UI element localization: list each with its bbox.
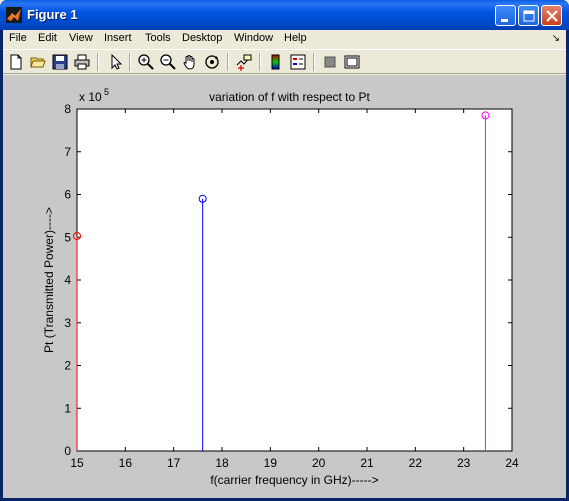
y-tick-label: 6 — [64, 188, 71, 202]
x-tick-label: 21 — [360, 456, 374, 470]
menu-file[interactable]: File — [9, 32, 27, 44]
pointer-icon[interactable] — [107, 53, 125, 71]
y-exponent-power: 5 — [104, 87, 109, 97]
colorbar-icon[interactable] — [267, 53, 285, 71]
x-tick-label: 15 — [70, 456, 84, 470]
menu-insert[interactable]: Insert — [104, 32, 132, 44]
x-tick-label: 23 — [457, 456, 471, 470]
toolbar-separator — [227, 53, 229, 71]
open-file-icon[interactable] — [29, 53, 47, 71]
minimize-icon — [501, 19, 508, 22]
y-tick-label: 7 — [64, 145, 71, 159]
figure-window: Figure 1 File Edit View Insert Tools Des… — [0, 0, 569, 501]
stem-plot: 15 16 17 18 19 20 21 22 23 24012345678x 10 5 variat… — [42, 87, 519, 487]
menu-edit[interactable]: Edit — [38, 32, 57, 44]
y-axis-label: Pt (Transmitted Power)----> — [42, 207, 56, 353]
rotate-3d-icon[interactable] — [203, 53, 221, 71]
matlab-logo-icon — [6, 7, 22, 23]
menu-view[interactable]: View — [69, 32, 93, 44]
data-cursor-icon[interactable] — [235, 53, 253, 71]
menu-desktop[interactable]: Desktop — [182, 32, 222, 44]
hide-plot-tools-icon[interactable] — [321, 53, 339, 71]
x-tick-label: 16 — [119, 456, 133, 470]
x-axis-label: f(carrier frequency in GHz)-----> — [210, 473, 378, 487]
minimize-button[interactable] — [495, 5, 516, 26]
x-tick-label: 24 — [505, 456, 519, 470]
y-tick-label: 1 — [64, 401, 71, 415]
x-tick-label: 22 — [409, 456, 423, 470]
legend-icon[interactable] — [289, 53, 307, 71]
window-title: Figure 1 — [27, 7, 78, 22]
zoom-out-icon[interactable] — [159, 53, 177, 71]
menu-help[interactable]: Help — [284, 32, 307, 44]
toolbar-separator — [97, 53, 99, 71]
y-tick-label: 8 — [64, 102, 71, 116]
x-tick-label: 17 — [167, 456, 181, 470]
toolbar-separator — [313, 53, 315, 71]
chart-title: variation of f with respect to Pt — [209, 90, 370, 104]
toolbar-separator — [129, 53, 131, 71]
y-tick-label: 0 — [64, 444, 71, 458]
toolbar-separator — [259, 53, 261, 71]
figure-canvas[interactable]: 15 16 17 18 19 20 21 22 23 24 0 1 2 3 4 5 6 7 8 x 10 5 variat… — [3, 75, 566, 498]
zoom-in-icon[interactable] — [137, 53, 155, 71]
x-tick-label: 20 — [312, 456, 326, 470]
maximize-button[interactable] — [518, 5, 539, 26]
dock-arrow-icon[interactable]: ↘ — [552, 33, 560, 44]
y-tick-label: 2 — [64, 359, 71, 373]
pan-hand-icon[interactable] — [181, 53, 199, 71]
show-plot-tools-icon[interactable] — [343, 53, 361, 71]
x-tick-label: 18 — [215, 456, 229, 470]
figure-toolbar — [3, 49, 566, 74]
y-exponent-label: x 10 — [79, 90, 102, 104]
close-icon — [546, 10, 558, 22]
menu-bar: File Edit View Insert Tools Desktop Wind… — [3, 30, 566, 48]
y-tick-label: 4 — [64, 273, 71, 287]
print-icon[interactable] — [73, 53, 91, 71]
new-figure-icon[interactable] — [7, 53, 25, 71]
title-bar[interactable]: Figure 1 — [0, 0, 569, 30]
close-button[interactable] — [541, 5, 562, 26]
y-tick-label: 5 — [64, 230, 71, 244]
x-tick-label: 19 — [264, 456, 278, 470]
menu-tools[interactable]: Tools — [145, 32, 171, 44]
maximize-icon — [523, 10, 535, 22]
menu-window[interactable]: Window — [234, 32, 273, 44]
y-tick-label: 3 — [64, 316, 71, 330]
axes-box — [76, 108, 513, 452]
figure-frame: File Edit View Insert Tools Desktop Wind… — [3, 30, 566, 498]
save-icon[interactable] — [51, 53, 69, 71]
